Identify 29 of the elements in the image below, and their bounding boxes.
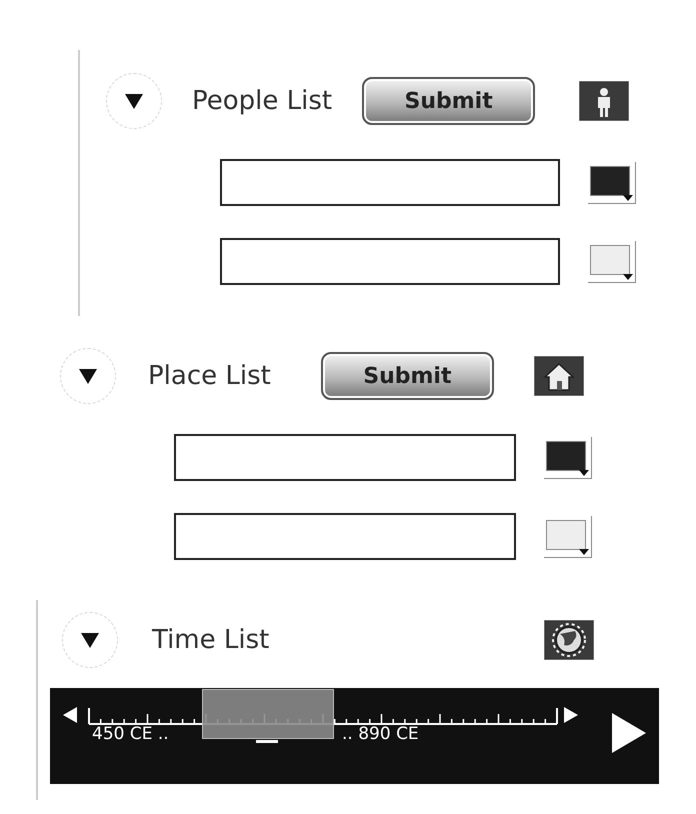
- scroll-right-icon[interactable]: [564, 707, 578, 723]
- range-start-label: 450 CE ..: [92, 723, 169, 746]
- globe-icon[interactable]: [544, 620, 594, 660]
- submit-button[interactable]: Submit: [320, 352, 494, 400]
- text-field[interactable]: [174, 513, 516, 560]
- color-swatch-dropdown[interactable]: [544, 516, 592, 558]
- text-field[interactable]: [174, 434, 516, 481]
- range-handle[interactable]: [256, 740, 278, 743]
- caret-icon: [579, 548, 589, 554]
- text-field[interactable]: [220, 238, 560, 285]
- triangle-icon: [123, 91, 145, 111]
- color-swatch-dropdown[interactable]: [588, 162, 636, 204]
- person-icon[interactable]: [579, 81, 630, 121]
- section-title: Time List: [152, 624, 270, 656]
- caret-icon: [623, 274, 633, 280]
- scroll-left-icon[interactable]: [63, 707, 77, 723]
- triangle-icon: [79, 630, 101, 650]
- range-end-label: .. 890 CE: [342, 723, 419, 746]
- play-icon[interactable]: [612, 713, 646, 753]
- caret-icon: [579, 470, 589, 476]
- submit-button[interactable]: Submit: [362, 77, 536, 125]
- house-icon[interactable]: [534, 356, 584, 396]
- caret-icon: [623, 194, 633, 200]
- section-title: People List: [192, 84, 332, 118]
- text-field[interactable]: [220, 159, 560, 206]
- triangle-icon: [77, 366, 99, 386]
- color-swatch-dropdown[interactable]: [544, 436, 592, 478]
- section-title: Place List: [148, 360, 271, 392]
- color-swatch-dropdown[interactable]: [588, 240, 636, 282]
